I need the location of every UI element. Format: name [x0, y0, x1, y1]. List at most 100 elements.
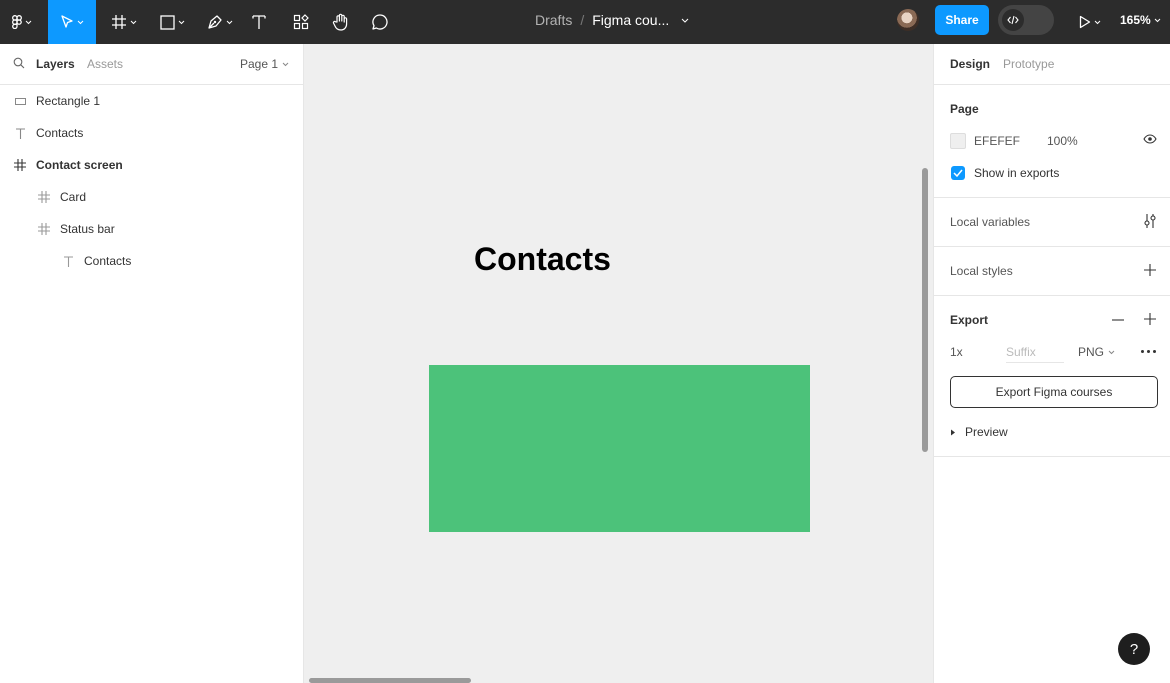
properties-tabs: Design Prototype	[934, 44, 1170, 85]
background-hex-field[interactable]: EFEFEF	[974, 134, 1020, 148]
file-title[interactable]: Drafts / Figma cou...	[535, 0, 689, 40]
chevron-down-icon	[130, 20, 137, 24]
add-export-icon[interactable]	[1144, 313, 1156, 325]
layers-panel-header: Layers Assets Page 1	[0, 44, 303, 85]
local-variables-label[interactable]: Local variables	[950, 215, 1030, 229]
background-opacity-field[interactable]: 100%	[1047, 134, 1078, 148]
cursor-icon	[61, 15, 73, 28]
pen-icon	[208, 15, 222, 29]
tab-layers[interactable]: Layers	[36, 57, 75, 71]
tab-design[interactable]: Design	[950, 57, 990, 71]
layer-label: Card	[60, 190, 87, 204]
layer-label: Contacts	[84, 254, 132, 268]
export-format-select[interactable]: PNG	[1078, 345, 1115, 359]
avatar[interactable]	[897, 9, 919, 31]
layer-contact-screen[interactable]: Contact screen	[0, 149, 303, 181]
comment-tool-button[interactable]	[366, 0, 394, 44]
rectangle-icon	[159, 14, 175, 30]
move-tool-button[interactable]	[48, 0, 96, 44]
text-icon	[62, 255, 74, 267]
text-icon	[252, 15, 266, 29]
code-icon	[1007, 15, 1019, 25]
divider	[934, 456, 1170, 457]
background-color-swatch[interactable]	[950, 133, 966, 149]
checkmark-icon	[953, 169, 963, 177]
zoom-level: 165%	[1120, 13, 1151, 27]
layers-panel: Layers Assets Page 1 Rectangle 1 Contact…	[0, 44, 304, 683]
chevron-down-icon	[25, 20, 32, 24]
chevron-down-icon	[226, 20, 233, 24]
variables-adjust-icon[interactable]	[1143, 213, 1157, 229]
frame-tool-button[interactable]	[104, 0, 144, 44]
divider	[934, 295, 1170, 296]
layer-contacts-text[interactable]: Contacts	[0, 117, 303, 149]
chevron-down-icon	[178, 20, 184, 24]
chevron-down-icon	[1094, 20, 1101, 24]
page-section-title: Page	[950, 102, 979, 116]
layer-label: Contact screen	[36, 158, 123, 172]
page-selector-label: Page 1	[240, 57, 279, 71]
layer-label: Status bar	[60, 222, 115, 236]
export-scale-field[interactable]: 1x	[950, 345, 963, 359]
eye-icon[interactable]	[1143, 134, 1157, 144]
tab-assets[interactable]: Assets	[87, 57, 123, 71]
layer-status-bar[interactable]: Status bar	[0, 213, 303, 245]
dev-mode-toggle[interactable]	[998, 5, 1054, 35]
breadcrumb-drafts[interactable]: Drafts	[535, 12, 572, 28]
more-options-icon[interactable]	[1141, 350, 1156, 353]
toolbar: Drafts / Figma cou... Share 165%	[0, 0, 1170, 44]
frame-icon	[38, 191, 50, 203]
chevron-down-icon	[1154, 18, 1161, 22]
chevron-down-icon	[282, 62, 289, 66]
vertical-scrollbar[interactable]	[922, 168, 928, 452]
layer-rectangle-1[interactable]: Rectangle 1	[0, 85, 303, 117]
export-section-title: Export	[950, 313, 989, 327]
layer-contacts-text-nested[interactable]: Contacts	[0, 245, 303, 277]
pen-tool-button[interactable]	[200, 0, 240, 44]
triangle-right-icon	[951, 429, 955, 435]
chevron-down-icon	[1108, 350, 1115, 354]
shape-tool-button[interactable]	[152, 0, 192, 44]
divider	[934, 197, 1170, 198]
frame-icon	[14, 159, 26, 171]
play-icon	[1079, 15, 1091, 29]
add-style-icon[interactable]	[1144, 264, 1156, 276]
export-format-value: PNG	[1078, 345, 1105, 359]
rectangle-icon	[14, 95, 26, 107]
show-in-exports-checkbox[interactable]	[951, 166, 965, 180]
preview-label: Preview	[965, 425, 1008, 439]
properties-panel: Design Prototype Page EFEFEF 100% Show i…	[933, 44, 1170, 683]
layer-card[interactable]: Card	[0, 181, 303, 213]
zoom-menu[interactable]: 165%	[1120, 0, 1161, 40]
components-icon	[293, 14, 309, 30]
frame-icon	[38, 223, 50, 235]
hand-icon	[332, 13, 348, 31]
preview-toggle[interactable]: Preview	[950, 425, 1008, 439]
search-icon[interactable]	[13, 57, 25, 69]
chevron-down-icon	[77, 20, 84, 24]
text-tool-button[interactable]	[246, 0, 272, 44]
local-styles-label: Local styles	[950, 264, 1013, 278]
horizontal-scrollbar[interactable]	[309, 678, 471, 683]
remove-export-icon[interactable]	[1112, 319, 1124, 321]
layer-label: Rectangle 1	[36, 94, 101, 108]
resources-button[interactable]	[286, 0, 316, 44]
share-button[interactable]: Share	[935, 5, 989, 35]
canvas-card-rectangle[interactable]	[429, 365, 810, 532]
help-button[interactable]: ?	[1118, 633, 1150, 665]
chevron-down-icon[interactable]	[681, 18, 689, 23]
frame-icon	[112, 15, 126, 29]
canvas[interactable]: Contacts	[304, 44, 933, 683]
export-suffix-input[interactable]: Suffix	[1006, 345, 1064, 363]
page-selector[interactable]: Page 1	[240, 57, 289, 71]
text-icon	[14, 127, 26, 139]
export-button[interactable]: Export Figma courses	[950, 376, 1158, 408]
canvas-contacts-text[interactable]: Contacts	[474, 241, 611, 278]
tab-prototype[interactable]: Prototype	[1003, 57, 1054, 71]
figma-logo-icon	[12, 15, 22, 29]
hand-tool-button[interactable]	[326, 0, 356, 44]
main-menu-button[interactable]	[0, 0, 44, 44]
divider	[934, 246, 1170, 247]
file-name[interactable]: Figma cou...	[592, 12, 669, 28]
present-button[interactable]	[1072, 0, 1108, 44]
